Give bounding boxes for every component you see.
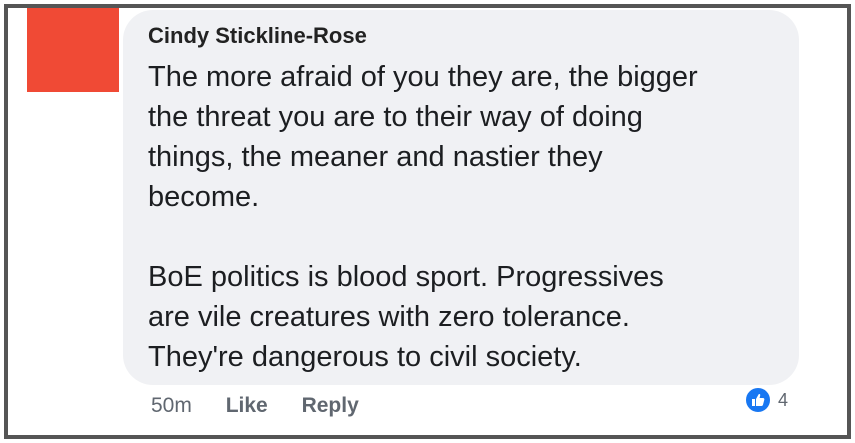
comment-paragraph-2: BoE politics is blood sport. Progressive…	[148, 257, 788, 377]
reaction-count: 4	[778, 389, 789, 410]
reaction-summary[interactable]: 4	[744, 385, 788, 415]
comment-author[interactable]: Cindy Stickline-Rose	[148, 23, 367, 49]
comment-actions: 50m Like Reply	[151, 394, 359, 418]
comment-text-line: the threat you are to their way of doing	[148, 101, 643, 133]
like-icon	[744, 386, 772, 414]
reply-button[interactable]: Reply	[302, 394, 359, 417]
comment-text-line: They're dangerous to civil society.	[148, 341, 582, 373]
comment-text-line: BoE politics is blood sport. Progressive…	[148, 261, 664, 293]
comment-text-line: things, the meaner and nastier they	[148, 141, 603, 173]
comment-text-line: become.	[148, 181, 260, 213]
like-button[interactable]: Like	[226, 394, 268, 417]
comment-text-line: The more afraid of you they are, the big…	[148, 61, 698, 93]
avatar[interactable]	[27, 8, 119, 92]
comment-paragraph-1: The more afraid of you they are, the big…	[148, 57, 788, 217]
comment-text-line: are vile creatures with zero tolerance.	[148, 301, 630, 333]
comment-timestamp[interactable]: 50m	[151, 394, 192, 417]
